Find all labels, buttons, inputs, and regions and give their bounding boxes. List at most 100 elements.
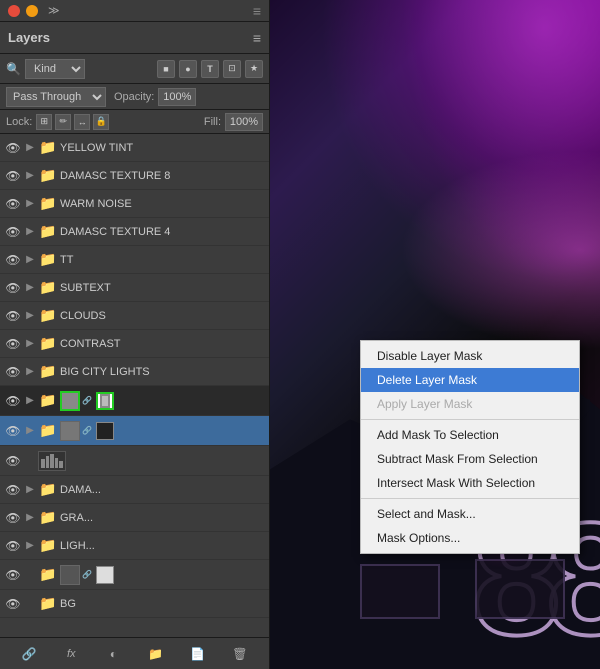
- folder-icon: 📁: [38, 422, 58, 440]
- expand-arrow-icon: [24, 566, 36, 584]
- layer-damasc-8[interactable]: 👁 ▶ 📁 DAMASC TEXTURE 8: [0, 162, 269, 190]
- panel-title: Layers: [8, 30, 50, 45]
- kind-select[interactable]: Kind: [25, 59, 85, 79]
- expand-arrow-icon: [24, 452, 36, 470]
- layers-list[interactable]: 👁 ▶ 📁 YELLOW TINT 👁 ▶ 📁 DAMASC TEXTURE 8…: [0, 134, 269, 637]
- fx-icon[interactable]: fx: [60, 643, 82, 665]
- delete-layer-icon[interactable]: 🗑: [229, 643, 251, 665]
- smart-filter-icon[interactable]: ★: [245, 60, 263, 78]
- visibility-icon[interactable]: 👁: [4, 452, 22, 470]
- layer-dama[interactable]: 👁 ▶ 📁 DAMA...: [0, 476, 269, 504]
- expand-arrow-icon[interactable]: ▶: [24, 195, 36, 213]
- visibility-icon[interactable]: 👁: [4, 139, 22, 157]
- expand-arrow-icon[interactable]: ▶: [24, 537, 36, 555]
- layer-yellow-tint[interactable]: 👁 ▶ 📁 YELLOW TINT: [0, 134, 269, 162]
- visibility-icon[interactable]: 👁: [4, 223, 22, 241]
- layer-masked-2[interactable]: 👁 ▶ 📁 🔗: [0, 416, 269, 446]
- lock-label: Lock:: [6, 116, 32, 128]
- layer-name: SUBTEXT: [60, 282, 265, 294]
- expand-arrow-icon[interactable]: ▶: [24, 509, 36, 527]
- minimize-button[interactable]: [26, 5, 38, 17]
- expand-arrow-icon[interactable]: ▶: [24, 251, 36, 269]
- expand-arrow-icon[interactable]: ▶: [24, 139, 36, 157]
- layer-damasc-4[interactable]: 👁 ▶ 📁 DAMASC TEXTURE 4: [0, 218, 269, 246]
- panel-footer: 🔗 fx ◐ 📁 📄 🗑: [0, 637, 269, 669]
- link-layers-icon[interactable]: 🔗: [18, 643, 40, 665]
- expand-arrow-icon[interactable]: ▶: [24, 363, 36, 381]
- visibility-icon[interactable]: 👁: [4, 595, 22, 613]
- expand-arrow-icon[interactable]: ▶: [24, 167, 36, 185]
- expand-arrow-icon[interactable]: ▶: [24, 223, 36, 241]
- context-menu-subtract-from-selection[interactable]: Subtract Mask From Selection: [361, 447, 579, 471]
- context-menu-apply-mask: Apply Layer Mask: [361, 392, 579, 416]
- visibility-icon[interactable]: 👁: [4, 195, 22, 213]
- pixel-filter-icon[interactable]: ■: [157, 60, 175, 78]
- opacity-input[interactable]: [158, 88, 196, 106]
- filter-row: 🔍 Kind ■ ● T ⊡ ★: [0, 54, 269, 84]
- layer-masked-active[interactable]: 👁 ▶ 📁 🔗: [0, 386, 269, 416]
- canvas-background: 88 Disable Layer Mask Delete Layer Mask …: [270, 0, 600, 669]
- layer-subtext[interactable]: 👁 ▶ 📁 SUBTEXT: [0, 274, 269, 302]
- new-group-icon[interactable]: 📁: [145, 643, 167, 665]
- lock-paint-icon[interactable]: ✏: [55, 114, 71, 130]
- folder-icon: 📁: [38, 279, 58, 297]
- layer-graph[interactable]: 👁: [0, 446, 269, 476]
- visibility-icon[interactable]: 👁: [4, 481, 22, 499]
- layer-warm-noise[interactable]: 👁 ▶ 📁 WARM NOISE: [0, 190, 269, 218]
- visibility-icon[interactable]: 👁: [4, 422, 22, 440]
- visibility-icon[interactable]: 👁: [4, 279, 22, 297]
- layer-name: GRA...: [60, 512, 265, 524]
- folder-icon: 📁: [38, 167, 58, 185]
- layer-big-city-lights[interactable]: 👁 ▶ 📁 BIG CITY LIGHTS: [0, 358, 269, 386]
- layer-ligh[interactable]: 👁 ▶ 📁 LIGH...: [0, 532, 269, 560]
- panel-options-icon[interactable]: ≡: [253, 30, 261, 46]
- context-menu-intersect-selection[interactable]: Intersect Mask With Selection: [361, 471, 579, 495]
- context-menu-select-and-mask[interactable]: Select and Mask...: [361, 502, 579, 526]
- dark-overlay-1: [475, 559, 565, 619]
- context-menu-delete-mask[interactable]: Delete Layer Mask: [361, 368, 579, 392]
- folder-icon: 📁: [38, 481, 58, 499]
- expand-arrow-icon[interactable]: ▶: [24, 279, 36, 297]
- visibility-icon[interactable]: 👁: [4, 509, 22, 527]
- expand-arrow-icon[interactable]: ▶: [24, 307, 36, 325]
- blend-mode-select[interactable]: Pass Through Normal Multiply Screen: [6, 87, 106, 107]
- expand-arrow-icon[interactable]: ▶: [24, 392, 36, 410]
- fill-input[interactable]: [225, 113, 263, 131]
- visibility-icon[interactable]: 👁: [4, 566, 22, 584]
- expand-arrow-icon[interactable]: ▶: [24, 335, 36, 353]
- context-menu-add-to-selection[interactable]: Add Mask To Selection: [361, 423, 579, 447]
- adjustment-filter-icon[interactable]: ●: [179, 60, 197, 78]
- lock-move-icon[interactable]: ↔: [74, 114, 90, 130]
- add-mask-icon[interactable]: ◐: [102, 643, 124, 665]
- layer-clouds[interactable]: 👁 ▶ 📁 CLOUDS: [0, 302, 269, 330]
- visibility-icon[interactable]: 👁: [4, 363, 22, 381]
- visibility-icon[interactable]: 👁: [4, 251, 22, 269]
- visibility-icon[interactable]: 👁: [4, 335, 22, 353]
- visibility-icon[interactable]: 👁: [4, 167, 22, 185]
- context-menu-mask-options[interactable]: Mask Options...: [361, 526, 579, 550]
- visibility-icon[interactable]: 👁: [4, 537, 22, 555]
- layer-linked[interactable]: 👁 📁 🔗: [0, 560, 269, 590]
- context-menu-disable-mask[interactable]: Disable Layer Mask: [361, 344, 579, 368]
- layer-contrast[interactable]: 👁 ▶ 📁 CONTRAST: [0, 330, 269, 358]
- close-button[interactable]: [8, 5, 20, 17]
- layer-gra[interactable]: 👁 ▶ 📁 GRA...: [0, 504, 269, 532]
- expand-arrow-icon[interactable]: ▶: [24, 422, 36, 440]
- layer-tt[interactable]: 👁 ▶ 📁 TT: [0, 246, 269, 274]
- folder-icon: 📁: [38, 223, 58, 241]
- visibility-icon[interactable]: 👁: [4, 392, 22, 410]
- layer-name: YELLOW TINT: [60, 142, 265, 154]
- lock-pixels-icon[interactable]: ⊞: [36, 114, 52, 130]
- layer-name: CLOUDS: [60, 310, 265, 322]
- layer-graph-thumbnail: [38, 451, 66, 471]
- layer-bg[interactable]: 👁 📁 BG: [0, 590, 269, 618]
- visibility-icon[interactable]: 👁: [4, 307, 22, 325]
- panel-menu-icon[interactable]: ≡: [253, 3, 261, 19]
- type-filter-icon[interactable]: T: [201, 60, 219, 78]
- folder-icon: 📁: [38, 251, 58, 269]
- lock-all-icon[interactable]: 🔒: [93, 114, 109, 130]
- expand-arrow-icon[interactable]: ▶: [24, 481, 36, 499]
- shape-filter-icon[interactable]: ⊡: [223, 60, 241, 78]
- new-layer-icon[interactable]: 📄: [187, 643, 209, 665]
- lock-icons: ⊞ ✏ ↔ 🔒: [36, 114, 109, 130]
